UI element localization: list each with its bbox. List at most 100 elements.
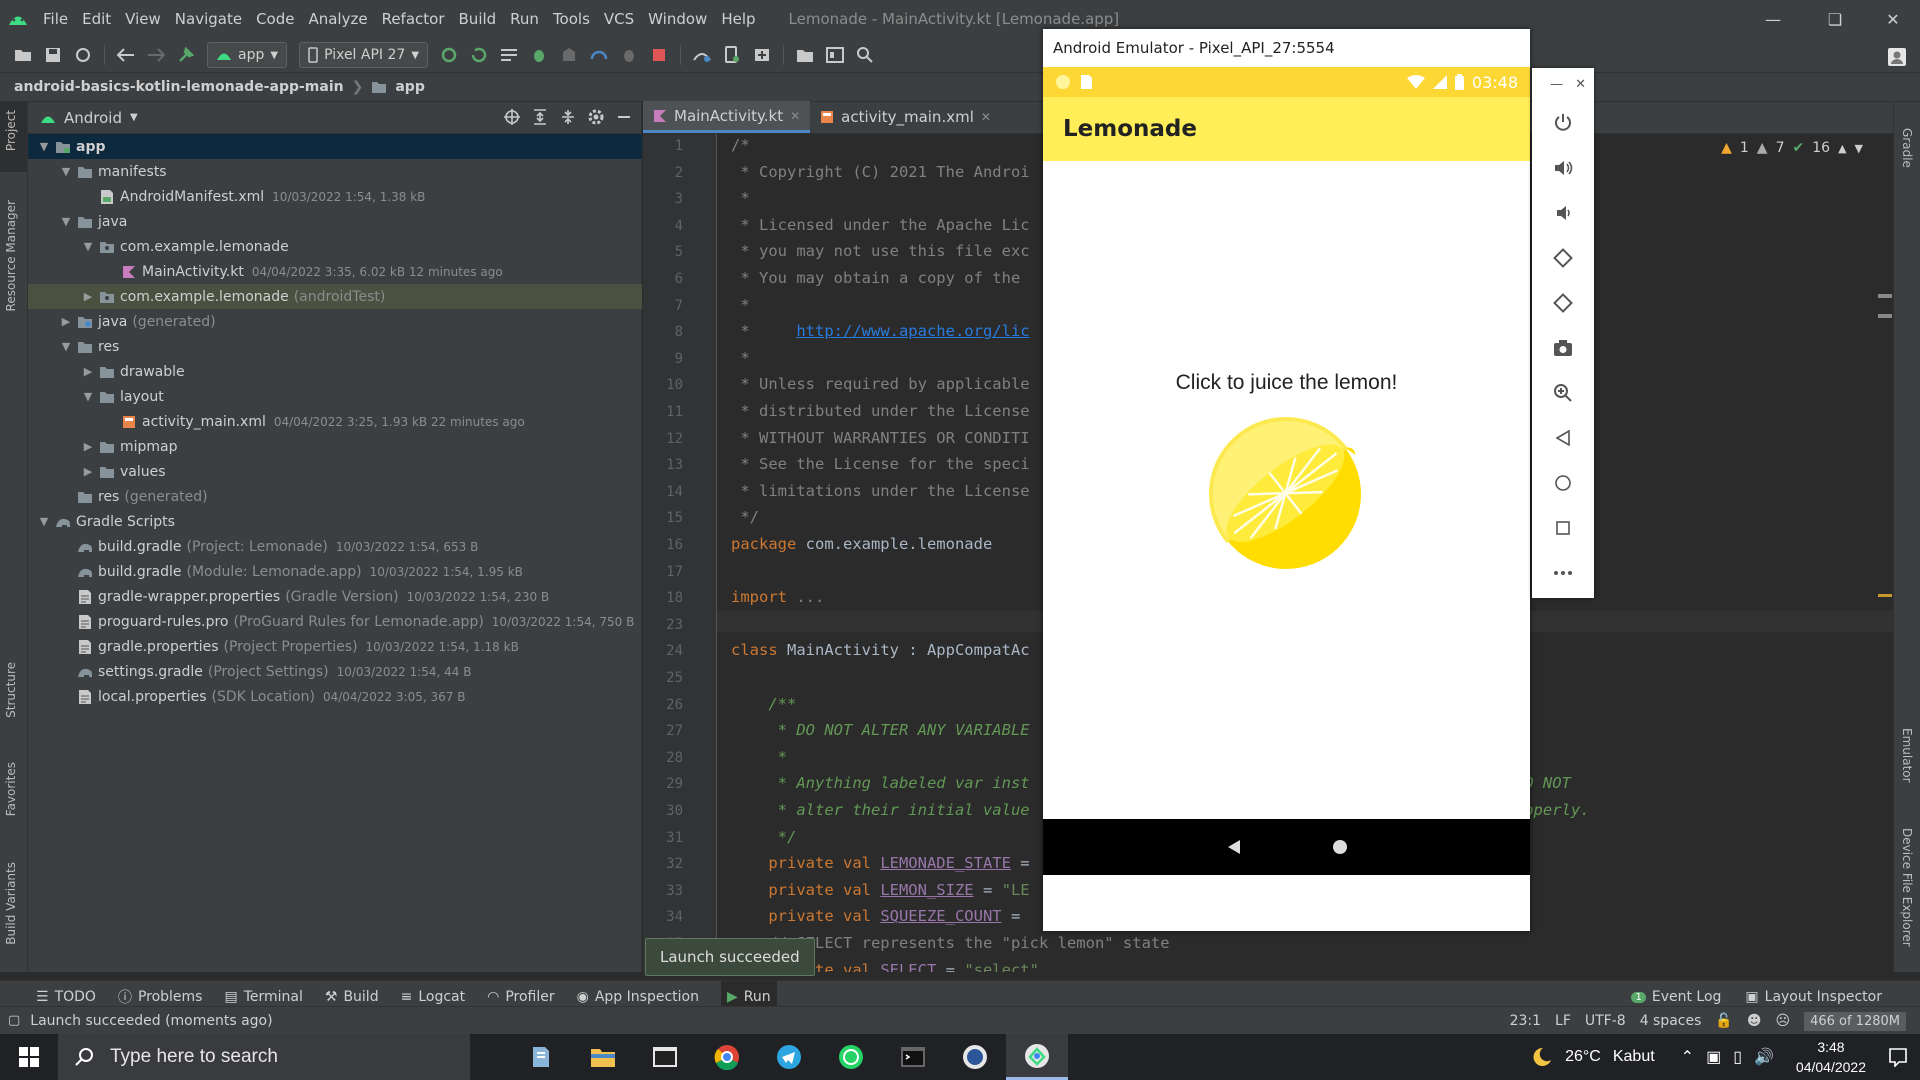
project-view-select[interactable]: Android <box>64 109 122 127</box>
taskbar-app-telegram-icon[interactable] <box>758 1034 820 1080</box>
rerun-icon[interactable] <box>436 42 462 68</box>
apply-changes-icon[interactable] <box>466 42 492 68</box>
chevron-down-icon[interactable]: ▼ <box>58 215 74 228</box>
taskbar-app-android-studio-icon[interactable] <box>1006 1034 1068 1080</box>
power-icon[interactable] <box>1532 100 1594 145</box>
stop-icon[interactable] <box>646 42 672 68</box>
chevron-down-icon[interactable]: ▼ <box>80 240 96 253</box>
indent-setting[interactable]: 4 spaces <box>1640 1013 1702 1029</box>
battery-icon[interactable]: ▯ <box>1733 1047 1742 1067</box>
network-icon[interactable]: ▣ <box>1706 1047 1721 1067</box>
taskbar-app-whatsapp-icon[interactable] <box>820 1034 882 1080</box>
tree-item[interactable]: ▼ Gradle Scripts <box>28 509 642 534</box>
tool-todo[interactable]: ☰ TODO <box>36 989 96 1005</box>
back-icon[interactable] <box>1532 415 1594 460</box>
menu-item-vcs[interactable]: VCS <box>597 0 641 38</box>
tree-item[interactable]: settings.gradle (Project Settings) 10/03/2… <box>28 659 642 684</box>
tab-device-file-explorer[interactable]: Device File Explorer <box>1900 828 1914 947</box>
tab-build-variants[interactable]: Build Variants <box>4 862 18 945</box>
weather-moon-icon[interactable] <box>1529 1045 1553 1069</box>
layout-inspector-toolbar-icon[interactable] <box>822 42 848 68</box>
menu-item-view[interactable]: View <box>118 0 168 38</box>
taskbar-app-cmd-icon[interactable] <box>882 1034 944 1080</box>
camera-icon[interactable] <box>1532 325 1594 370</box>
more-icon[interactable] <box>1532 550 1594 595</box>
menu-item-help[interactable]: Help <box>714 0 762 38</box>
tree-item[interactable]: ▶ java (generated) <box>28 309 642 334</box>
tree-item[interactable]: ▶ mipmap <box>28 434 642 459</box>
weather-temp[interactable]: 26°C <box>1565 1048 1601 1066</box>
open-folder-icon[interactable] <box>10 42 36 68</box>
tree-item[interactable]: ▶ drawable <box>28 359 642 384</box>
hide-panel-icon[interactable] <box>615 108 633 126</box>
tree-item[interactable]: ▼ java <box>28 209 642 234</box>
menu-item-file[interactable]: File <box>36 0 75 38</box>
menu-item-window[interactable]: Window <box>641 0 714 38</box>
tree-item[interactable]: res (generated) <box>28 484 642 509</box>
nav-home-icon[interactable] <box>1332 839 1348 855</box>
volume-down-icon[interactable] <box>1532 190 1594 235</box>
tab-emulator[interactable]: Emulator <box>1900 728 1914 783</box>
breadcrumb-project[interactable]: android-basics-kotlin-lemonade-app-main <box>14 79 344 95</box>
run-config-select[interactable]: app ▼ <box>207 42 288 68</box>
tab-gradle[interactable]: Gradle <box>1900 128 1914 168</box>
project-structure-icon[interactable] <box>792 42 818 68</box>
smiley-icon[interactable]: ☻ <box>1747 1013 1762 1029</box>
chevron-down-icon[interactable]: ▼ <box>36 515 52 528</box>
taskbar-clock[interactable]: 3:48 04/04/2022 <box>1796 1037 1866 1077</box>
tree-item[interactable]: activity_main.xml 04/04/2022 3:25, 1.93 k… <box>28 409 642 434</box>
tree-item[interactable]: build.gradle (Project: Lemonade) 10/03/202… <box>28 534 642 559</box>
lock-icon[interactable]: 🔓 <box>1715 1013 1732 1029</box>
apply-code-changes-icon[interactable] <box>496 42 522 68</box>
nav-back-icon[interactable] <box>1226 839 1242 855</box>
restore-button[interactable]: ❏ <box>1804 0 1866 38</box>
menu-item-code[interactable]: Code <box>249 0 301 38</box>
chevron-down-icon[interactable]: ▼ <box>1855 142 1863 155</box>
rotate-left-icon[interactable] <box>1532 235 1594 280</box>
chevron-right-icon[interactable]: ▶ <box>80 440 96 453</box>
breadcrumb-module[interactable]: app <box>395 79 425 95</box>
tab-project[interactable]: Project <box>4 110 18 151</box>
coverage-icon[interactable] <box>556 42 582 68</box>
taskbar-app-file-explorer-icon[interactable] <box>572 1034 634 1080</box>
line-separator[interactable]: LF <box>1555 1013 1571 1029</box>
account-avatar-icon[interactable] <box>1884 44 1910 70</box>
chevron-down-icon[interactable]: ▼ <box>80 390 96 403</box>
tree-item[interactable]: build.gradle (Module: Lemonade.app) 10/03/… <box>28 559 642 584</box>
taskbar-search[interactable]: Type here to search <box>58 1034 470 1080</box>
tool-build[interactable]: ⚒ Build <box>325 989 379 1005</box>
tab-resource-manager[interactable]: Resource Manager <box>4 200 18 311</box>
notification-center-icon[interactable] <box>1888 1047 1908 1067</box>
tree-item[interactable]: ▼ manifests <box>28 159 642 184</box>
locate-target-icon[interactable] <box>503 108 521 126</box>
file-encoding[interactable]: UTF-8 <box>1585 1013 1626 1029</box>
menu-item-build[interactable]: Build <box>452 0 504 38</box>
tree-item[interactable]: gradle-wrapper.properties (Gradle Version… <box>28 584 642 609</box>
profile-icon[interactable] <box>586 42 612 68</box>
emulator-minimize-icon[interactable]: — <box>1550 77 1563 92</box>
expand-all-icon[interactable] <box>531 108 549 126</box>
device-select[interactable]: Pixel API 27 ▼ <box>299 42 429 68</box>
menu-item-navigate[interactable]: Navigate <box>168 0 249 38</box>
tool-profiler[interactable]: ◠ Profiler <box>487 989 555 1005</box>
taskbar-app-terminal-icon[interactable] <box>634 1034 696 1080</box>
tool-terminal[interactable]: ▤ Terminal <box>224 989 302 1005</box>
tree-item[interactable]: local.properties (SDK Location) 04/04/2022… <box>28 684 642 709</box>
taskbar-app-word-icon[interactable] <box>944 1034 1006 1080</box>
taskbar-app-files-icon[interactable] <box>510 1034 572 1080</box>
debug-bug-icon[interactable] <box>526 42 552 68</box>
gear-icon[interactable] <box>587 108 605 126</box>
chevron-down-icon[interactable]: ▼ <box>58 165 74 178</box>
chevron-up-icon[interactable]: ⌃ <box>1681 1047 1694 1067</box>
weather-text[interactable]: Kabut <box>1613 1048 1655 1066</box>
chevron-down-icon[interactable]: ▼ <box>58 340 74 353</box>
chevron-right-icon[interactable]: ▶ <box>80 290 96 303</box>
overview-icon[interactable] <box>1532 505 1594 550</box>
zoom-icon[interactable] <box>1532 370 1594 415</box>
tree-item[interactable]: AndroidManifest.xml 10/03/2022 1:54, 1.38… <box>28 184 642 209</box>
rotate-right-icon[interactable] <box>1532 280 1594 325</box>
taskbar-app-chrome-icon[interactable] <box>696 1034 758 1080</box>
tree-item[interactable]: proguard-rules.pro (ProGuard Rules for Le… <box>28 609 642 634</box>
gradle-sync-icon[interactable] <box>689 42 715 68</box>
forward-arrow-icon[interactable] <box>143 42 169 68</box>
